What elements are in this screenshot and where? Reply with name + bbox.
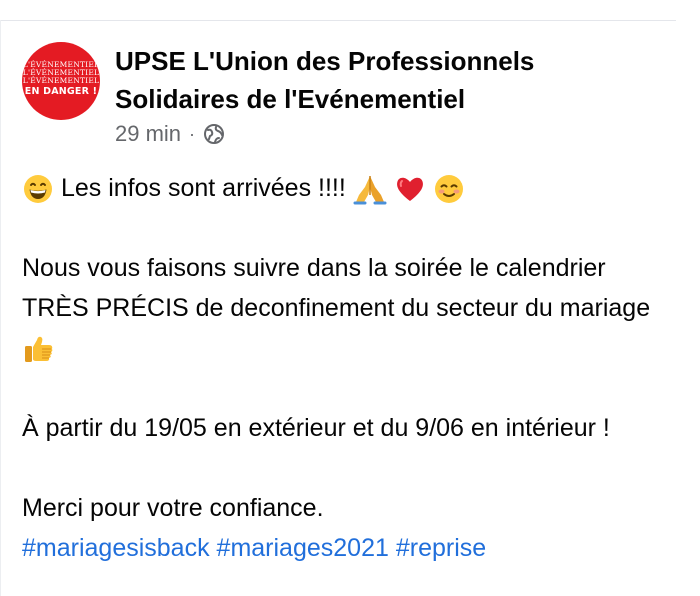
left-border [0, 20, 1, 596]
post-line-1: Les infos sont arrivées !!!! [22, 168, 672, 208]
top-divider [0, 20, 676, 21]
hashtag-line: #mariagesisback #mariages2021 #reprise [22, 528, 672, 568]
meta-separator: · [189, 123, 196, 144]
globe-icon[interactable] [203, 123, 225, 145]
post-text-paragraph-2: Nous vous faisons suivre dans la soirée … [22, 254, 651, 322]
post-paragraph-4: Merci pour votre confiance. [22, 494, 324, 522]
page-name-link[interactable]: UPSE L'Union des Professionnels Solidair… [115, 42, 585, 118]
hashtag-link[interactable]: #reprise [396, 534, 486, 562]
grinning-face-emoji [24, 175, 52, 204]
page-avatar[interactable]: L'ÉVÉNEMENTIEL L'ÉVÉNEMENTIEL L'ÉVÉNEMEN… [22, 42, 100, 120]
folded-hands-emoji [353, 176, 387, 205]
thumbs-up-emoji [25, 337, 53, 363]
avatar-text-line: L'ÉVÉNEMENTIEL [22, 76, 100, 85]
hashtag-link[interactable]: #mariagesisback [22, 534, 210, 562]
red-heart-emoji [396, 178, 423, 202]
post-body: Les infos sont arrivées !!!! Nous vous f… [22, 168, 672, 568]
smiling-face-emoji [434, 175, 463, 204]
post-paragraph-2: Nous vous faisons suivre dans la soirée … [22, 248, 672, 368]
post-text-line-1: Les infos sont arrivées !!!! [60, 174, 346, 202]
post-header: L'ÉVÉNEMENTIEL L'ÉVÉNEMENTIEL L'ÉVÉNEMEN… [22, 42, 682, 152]
post-timestamp[interactable]: 29 min [115, 121, 181, 147]
post-paragraph-3: À partir du 19/05 en extérieur et du 9/0… [22, 414, 610, 442]
post-meta: 29 min · [115, 120, 225, 148]
hashtag-link[interactable]: #mariages2021 [217, 534, 389, 562]
avatar-text-line: EN DANGER ! [24, 86, 98, 97]
